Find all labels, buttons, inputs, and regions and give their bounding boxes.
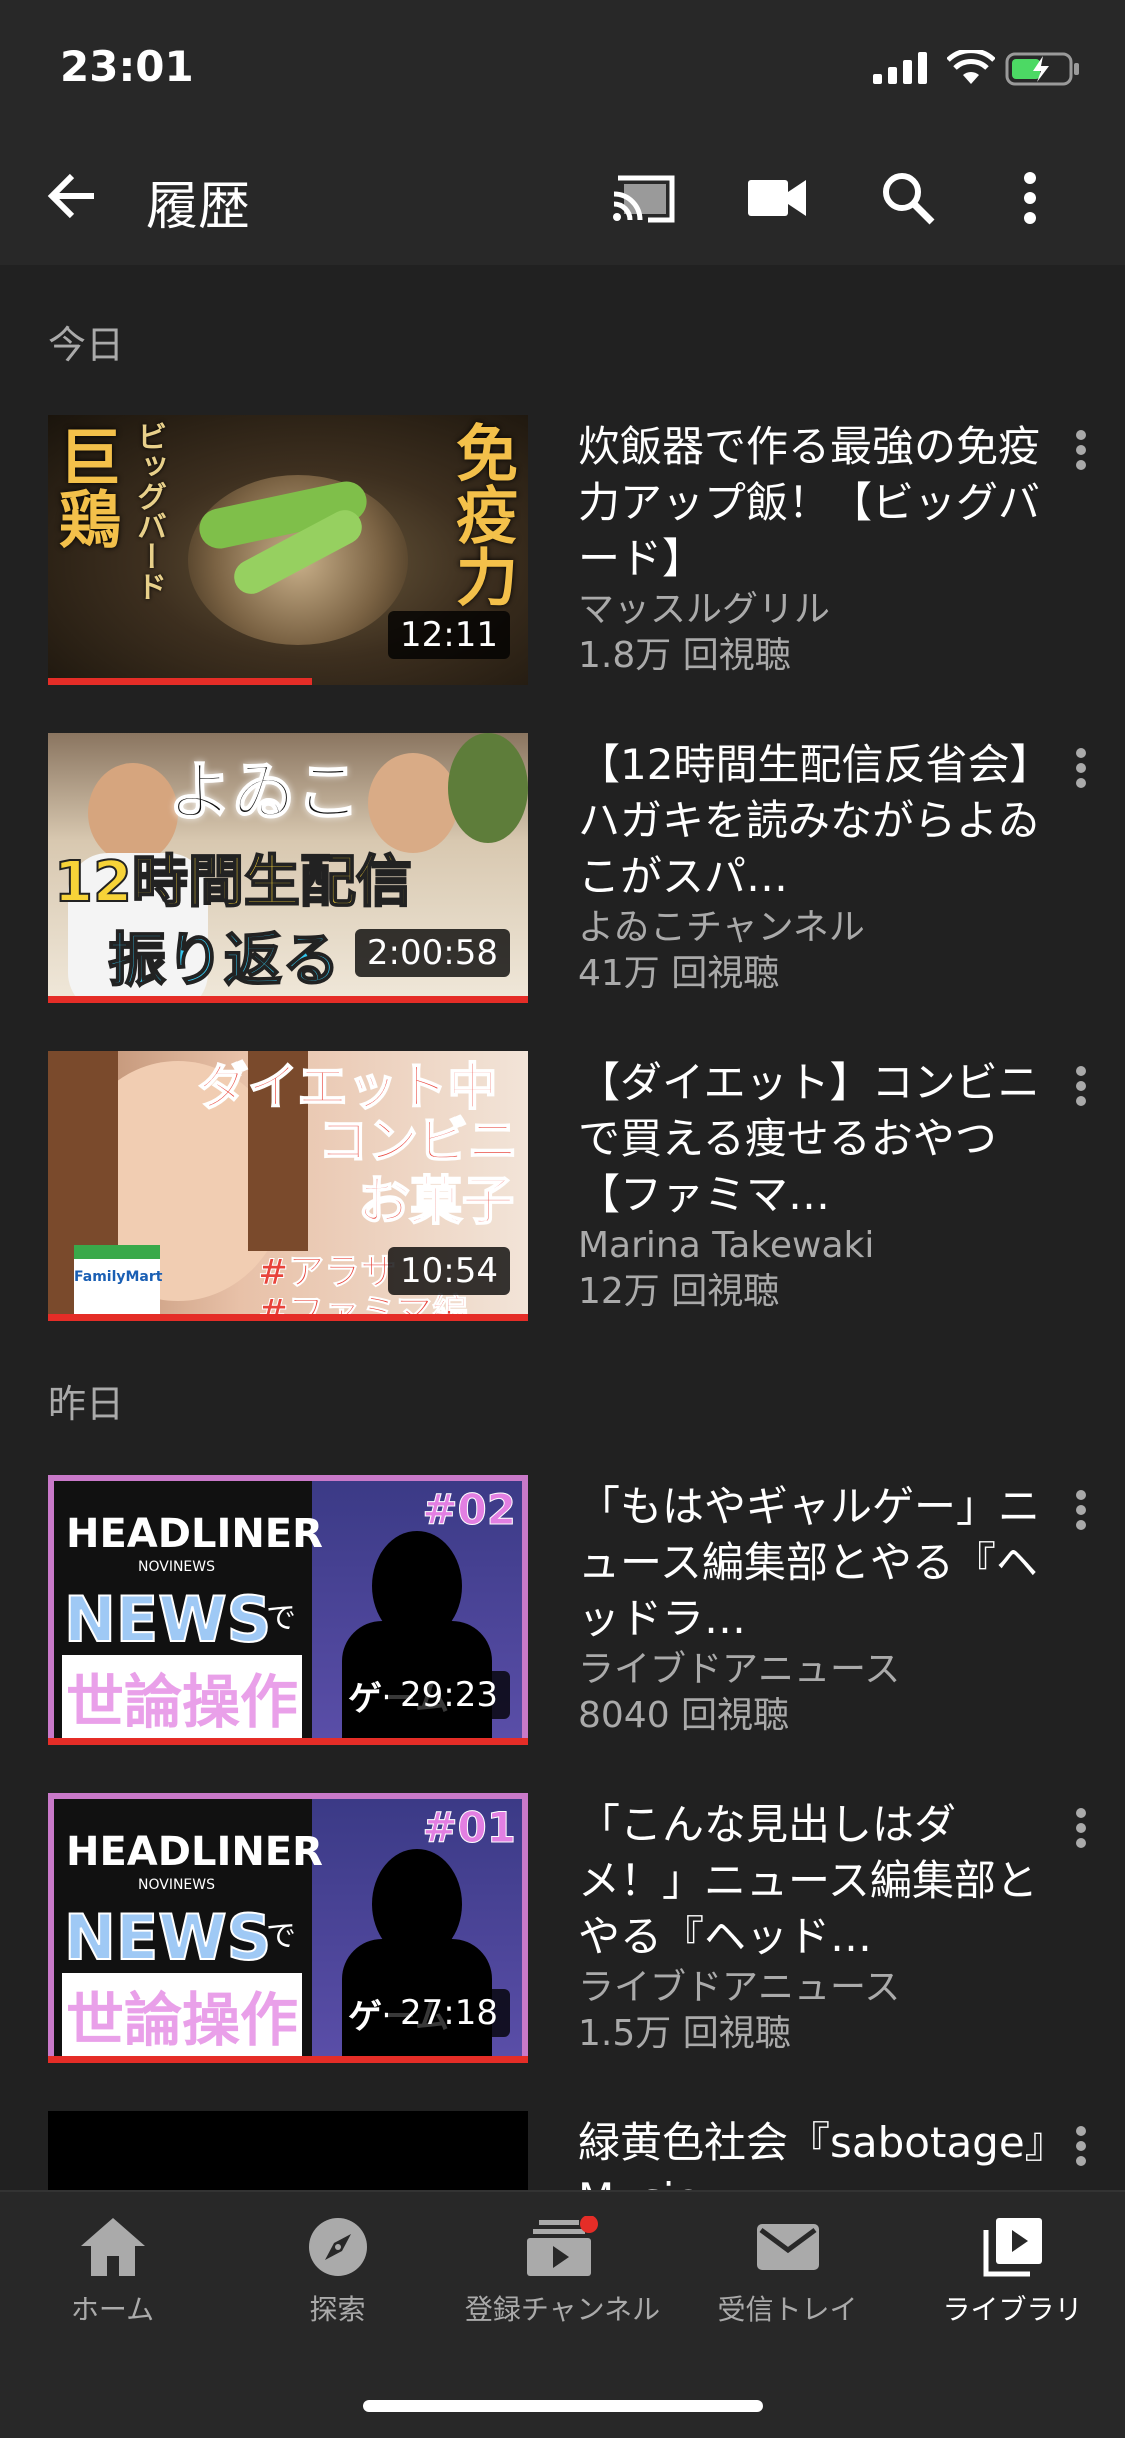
video-title[interactable]: 緑黄色社会『sabotage』Music	[578, 2115, 1058, 2191]
inbox-icon	[756, 2224, 819, 2270]
channel-name[interactable]: マッスルグリル	[578, 587, 1058, 633]
video-more-icon[interactable]	[1074, 429, 1088, 471]
video-item[interactable]: HEADLINER NOVINEWS NEWS で 世論操作 ゲーム #01 2…	[48, 1793, 1088, 2063]
duration-badge: 12:11	[388, 611, 510, 659]
watch-progress-bar	[48, 678, 312, 685]
video-item[interactable]: 緑黄色社会『sabotage』Music	[48, 2111, 1088, 2191]
thumbnail-text: HEADLINER	[66, 1511, 323, 1557]
video-thumbnail[interactable]: よゐこ 12時間生配信 振り返る 2:00:58	[48, 733, 528, 1003]
video-thumbnail[interactable]: ダイエット中 コンビニ お菓子 #アラサ #ファミマ編 FamilyMart 1…	[48, 1051, 528, 1321]
thumbnail-text: NEWS	[63, 1582, 272, 1657]
video-item[interactable]: HEADLINER NOVINEWS NEWS で 世論操作 ゲーム #02 2…	[48, 1475, 1088, 1745]
video-title[interactable]: 【ダイエット】コンビニで買える痩せるおやつ【ファミマ…	[578, 1055, 1058, 1223]
duration-badge: 2:00:58	[354, 929, 510, 977]
duration-badge: 10:54	[388, 1247, 510, 1295]
thumbnail-text: 12時間生配信	[53, 849, 413, 916]
nav-label: ライブラリ	[942, 2293, 1083, 2326]
video-thumbnail[interactable]: 巨鶏 ビッグバード 免疫力 12:11	[48, 415, 528, 685]
duration-badge: 27:18	[388, 1989, 510, 2037]
nav-home[interactable]: ホーム	[0, 2216, 225, 2328]
thumbnail-text: HEADLINER	[66, 1829, 323, 1875]
video-item[interactable]: よゐこ 12時間生配信 振り返る 2:00:58 【12時間生配信反省会】ハガキ…	[48, 733, 1088, 1003]
watch-progress-bar	[48, 1738, 528, 1745]
view-count: 12万 回視聴	[578, 1271, 780, 1312]
view-count: 8040 回視聴	[578, 1695, 790, 1736]
more-options-icon[interactable]	[1022, 170, 1038, 226]
channel-name[interactable]: ライブドアニュース	[578, 1647, 1058, 1693]
video-item[interactable]: ダイエット中 コンビニ お菓子 #アラサ #ファミマ編 FamilyMart 1…	[48, 1051, 1088, 1321]
wifi-icon	[947, 50, 995, 84]
watch-progress-bar	[48, 1314, 528, 1321]
view-count: 1.8万 回視聴	[578, 635, 791, 676]
thumbnail-text: 巨鶏	[48, 425, 121, 549]
video-more-icon[interactable]	[1074, 1807, 1088, 1849]
duration-badge: 29:23	[388, 1671, 510, 1719]
status-bar: 23:01	[0, 0, 1125, 130]
video-more-icon[interactable]	[1074, 1065, 1088, 1107]
app-header: 履歴	[0, 130, 1125, 265]
video-thumbnail[interactable]: HEADLINER NOVINEWS NEWS で 世論操作 ゲーム #01 2…	[48, 1793, 528, 2063]
nav-label: 探索	[309, 2293, 366, 2326]
watch-progress-bar	[48, 996, 528, 1003]
thumbnail-text: よゐこ	[167, 755, 361, 831]
view-count: 41万 回視聴	[578, 953, 780, 994]
nav-label: 登録チャンネル	[464, 2293, 661, 2326]
subscriptions-icon	[526, 2215, 598, 2276]
video-title[interactable]: 炊飯器で作る最強の免疫力アップ飯！【ビッグバード】	[578, 419, 1058, 587]
section-header-today: 今日	[48, 323, 125, 367]
nav-label: ホーム	[70, 2293, 155, 2326]
thumbnail-text: NOVINEWS	[138, 1877, 215, 1893]
thumbnail-text: で	[266, 1601, 296, 1636]
channel-name[interactable]: ライブドアニュース	[578, 1965, 1058, 2011]
video-more-icon[interactable]	[1074, 1489, 1088, 1531]
video-thumbnail[interactable]: HEADLINER NOVINEWS NEWS で 世論操作 ゲーム #02 2…	[48, 1475, 528, 1745]
channel-name[interactable]: Marina Takewaki	[578, 1223, 1058, 1269]
view-count: 1.5万 回視聴	[578, 2013, 791, 2054]
nav-inbox[interactable]: 受信トレイ	[675, 2216, 900, 2328]
video-title[interactable]: 「もはやギャルゲー」ニュース編集部とやる『ヘッドラ…	[578, 1479, 1058, 1647]
nav-explore[interactable]: 探索	[225, 2216, 450, 2328]
thumbnail-text: NOVINEWS	[138, 1559, 215, 1575]
back-arrow-icon[interactable]	[44, 168, 100, 224]
thumbnail-text: 免疫力	[445, 421, 518, 607]
nav-label: 受信トレイ	[717, 2293, 858, 2326]
thumbnail-text: お菓子	[357, 1171, 515, 1233]
video-title[interactable]: 「こんな見出しはダメ！」ニュース編集部とやる『ヘッド…	[578, 1797, 1058, 1965]
status-time: 23:01	[60, 42, 194, 91]
video-thumbnail[interactable]	[48, 2111, 528, 2191]
library-icon	[983, 2218, 1042, 2277]
thumbnail-text: #01	[422, 1803, 517, 1853]
cellular-signal-icon	[873, 52, 927, 84]
familymart-logo: FamilyMart	[74, 1245, 162, 1321]
channel-name[interactable]: よゐこチャンネル	[578, 905, 1058, 951]
create-video-icon[interactable]	[748, 178, 808, 218]
thumbnail-text: NEWS	[63, 1900, 272, 1975]
section-header-yesterday: 昨日	[48, 1382, 125, 1426]
video-more-icon[interactable]	[1074, 747, 1088, 789]
home-indicator[interactable]	[363, 2400, 763, 2412]
video-item[interactable]: 巨鶏 ビッグバード 免疫力 12:11 炊飯器で作る最強の免疫力アップ飯！【ビッ…	[48, 415, 1088, 685]
cast-icon[interactable]	[610, 170, 678, 226]
thumbnail-text: 世論操作	[62, 1655, 303, 1739]
nav-library[interactable]: ライブラリ	[900, 2216, 1125, 2328]
watch-progress-bar	[48, 2056, 528, 2063]
video-more-icon[interactable]	[1074, 2125, 1088, 2167]
page-title: 履歴	[146, 177, 251, 237]
explore-icon	[308, 2218, 367, 2276]
nav-subscriptions[interactable]: 登録チャンネル	[450, 2215, 675, 2328]
battery-charging-icon	[1005, 52, 1079, 86]
thumbnail-text: #02	[422, 1485, 517, 1535]
home-icon	[80, 2218, 145, 2276]
thumbnail-text: で	[266, 1919, 296, 1954]
video-title[interactable]: 【12時間生配信反省会】ハガキを読みながらよゐこがスパ…	[578, 737, 1058, 905]
thumbnail-text: ビッグバード	[131, 421, 166, 601]
search-icon[interactable]	[880, 170, 936, 226]
thumbnail-text: 世論操作	[62, 1973, 303, 2057]
thumbnail-text: 振り返る	[107, 925, 341, 995]
